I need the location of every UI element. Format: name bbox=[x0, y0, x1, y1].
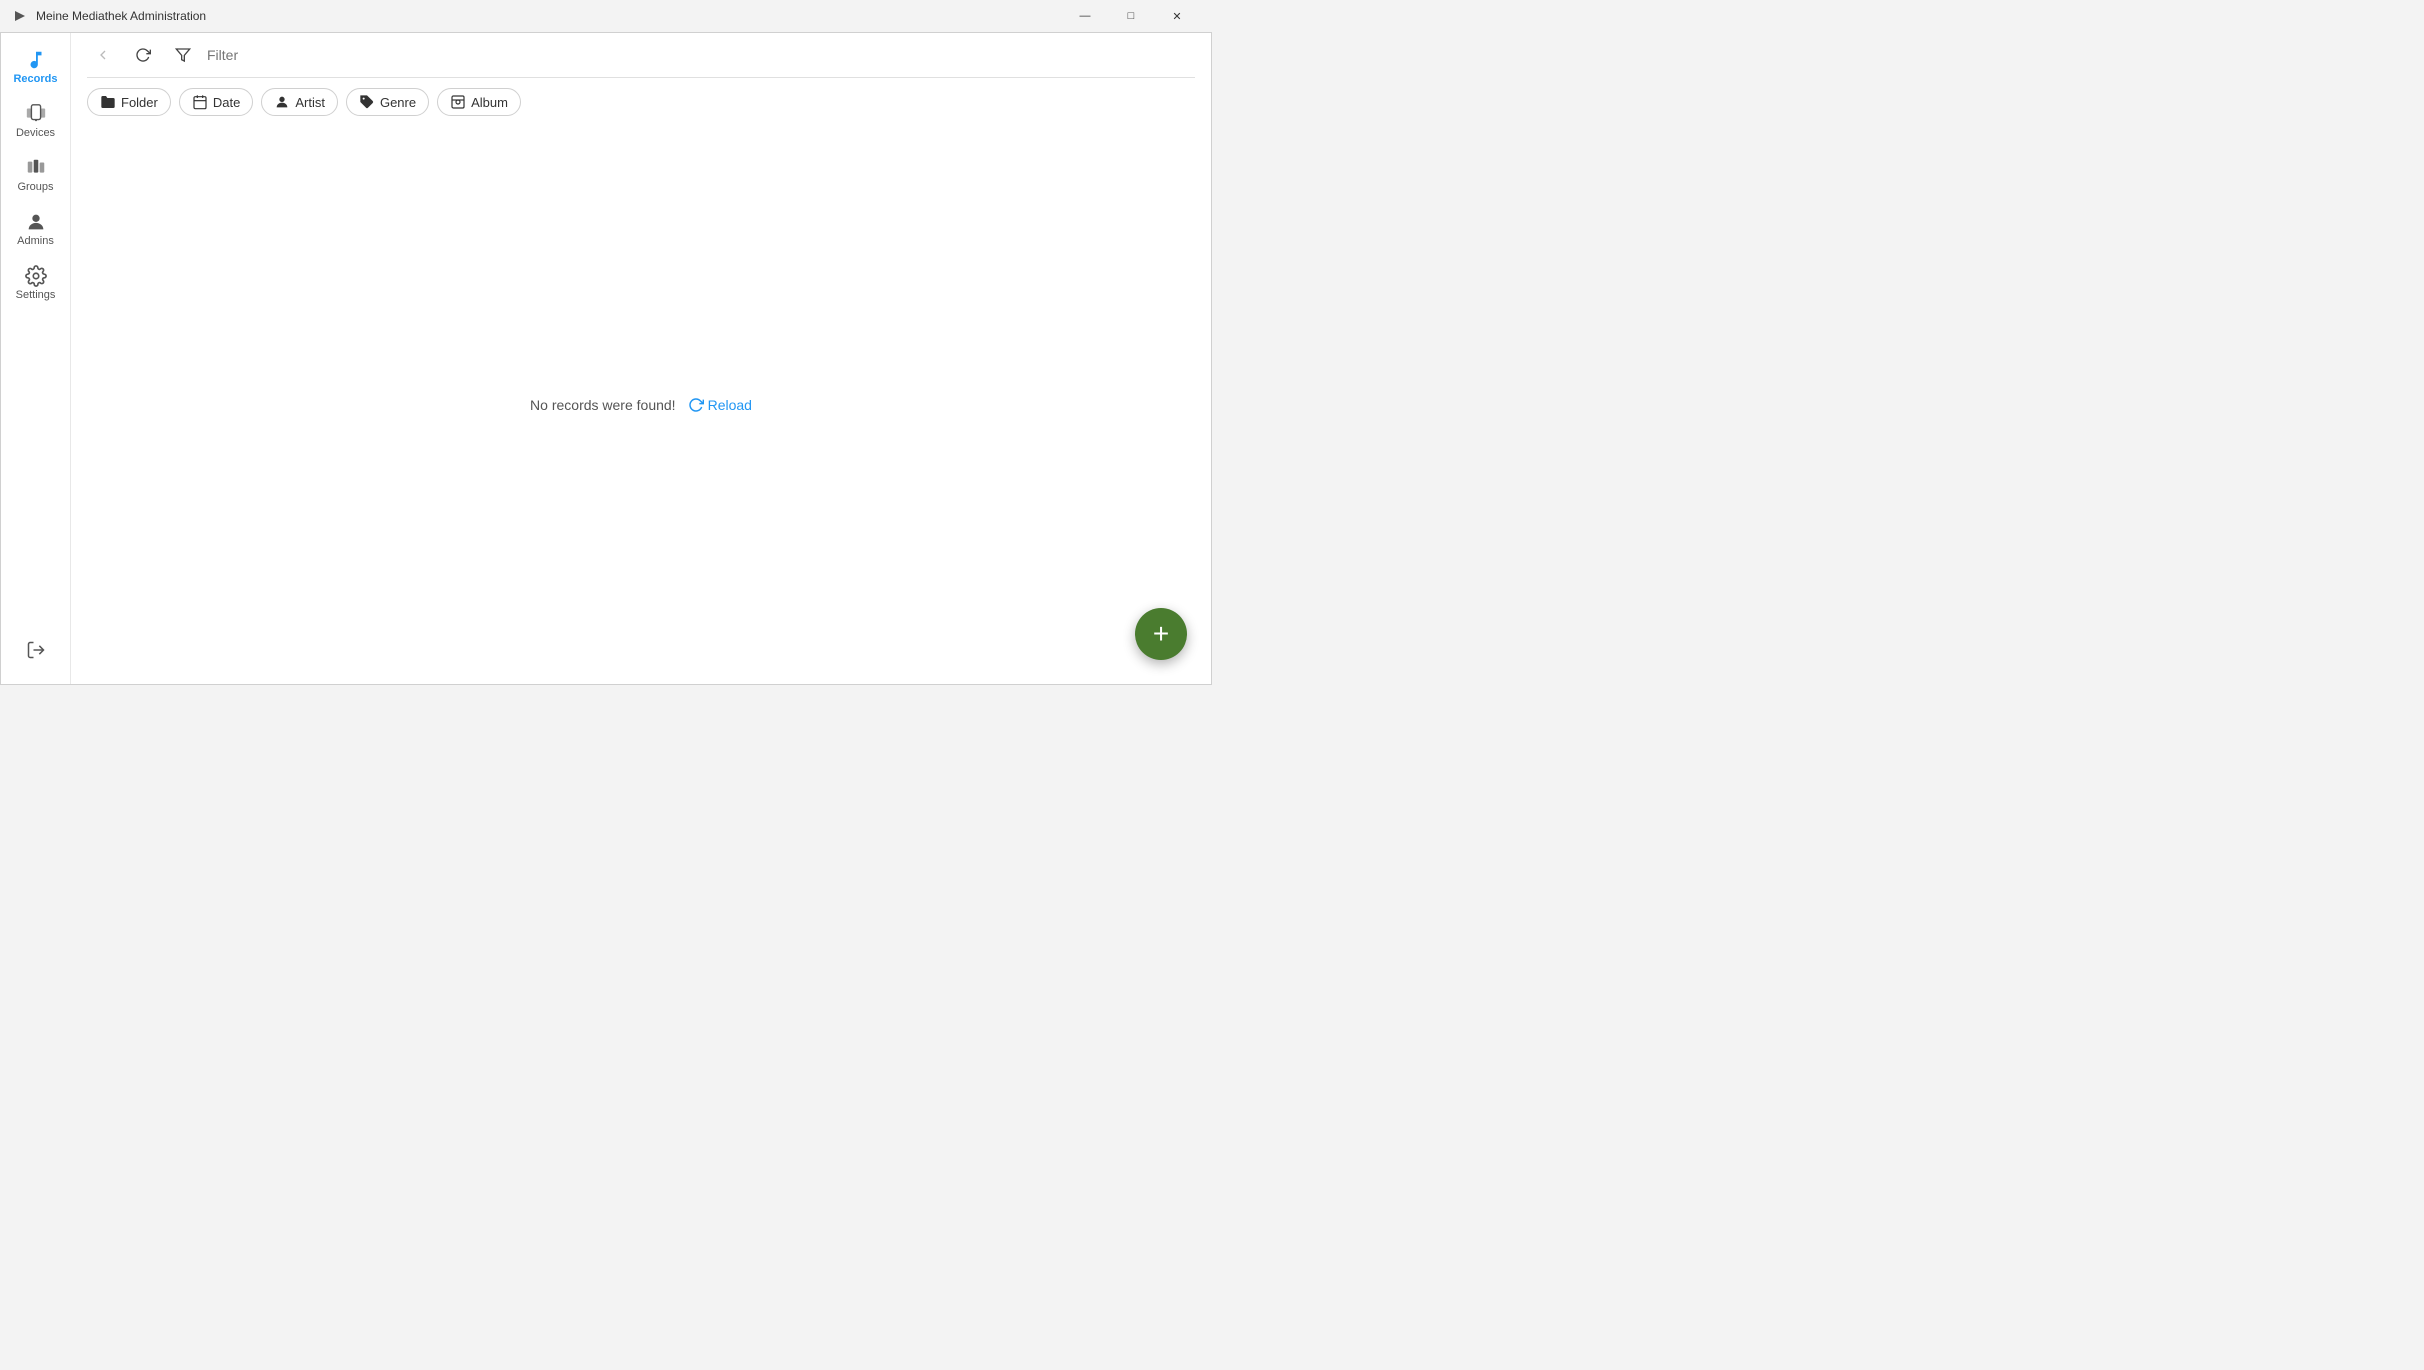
back-button[interactable] bbox=[87, 39, 119, 71]
reload-button[interactable]: Reload bbox=[688, 397, 752, 413]
app-icon bbox=[12, 8, 28, 24]
sidebar-item-logout[interactable] bbox=[4, 632, 68, 670]
chip-date[interactable]: Date bbox=[179, 88, 253, 116]
tag-icon bbox=[359, 94, 375, 110]
chip-album[interactable]: Album bbox=[437, 88, 521, 116]
chip-genre[interactable]: Genre bbox=[346, 88, 429, 116]
music-icon bbox=[25, 49, 47, 71]
chip-artist[interactable]: Artist bbox=[261, 88, 338, 116]
fab-button[interactable]: + bbox=[1135, 608, 1187, 660]
logout-icon bbox=[26, 640, 46, 660]
device-icon bbox=[25, 103, 47, 125]
toolbar bbox=[71, 33, 1211, 77]
sidebar-label-devices: Devices bbox=[16, 127, 55, 139]
minimize-button[interactable]: — bbox=[1062, 0, 1108, 32]
folder-icon bbox=[100, 94, 116, 110]
sidebar-item-records[interactable]: Records bbox=[4, 41, 68, 93]
maximize-button[interactable]: □ bbox=[1108, 0, 1154, 32]
sidebar-label-records: Records bbox=[13, 73, 57, 85]
titlebar: Meine Mediathek Administration — □ ✕ bbox=[0, 0, 1212, 32]
chip-artist-label: Artist bbox=[295, 95, 325, 110]
chip-folder-label: Folder bbox=[121, 95, 158, 110]
artist-icon bbox=[274, 94, 290, 110]
content-area: No records were found! Reload + bbox=[71, 126, 1211, 684]
album-icon bbox=[450, 94, 466, 110]
main-content: Folder Date bbox=[71, 33, 1211, 684]
sidebar-item-groups[interactable]: Groups bbox=[4, 149, 68, 201]
sidebar-item-settings[interactable]: Settings bbox=[4, 257, 68, 309]
sidebar: Records Devices Groups bbox=[1, 33, 71, 684]
chip-date-label: Date bbox=[213, 95, 240, 110]
person-icon bbox=[25, 211, 47, 233]
empty-state: No records were found! Reload bbox=[530, 397, 752, 413]
filter-button[interactable] bbox=[167, 39, 199, 71]
chip-folder[interactable]: Folder bbox=[87, 88, 171, 116]
window-controls: — □ ✕ bbox=[1062, 0, 1200, 32]
refresh-button[interactable] bbox=[127, 39, 159, 71]
app-title: Meine Mediathek Administration bbox=[36, 9, 1062, 23]
groups-icon bbox=[25, 157, 47, 179]
empty-message: No records were found! bbox=[530, 397, 676, 413]
filter-chips: Folder Date bbox=[71, 78, 1211, 126]
filter-input[interactable] bbox=[207, 47, 1195, 63]
chip-album-label: Album bbox=[471, 95, 508, 110]
app-window: Records Devices Groups bbox=[0, 32, 1212, 685]
calendar-icon bbox=[192, 94, 208, 110]
close-button[interactable]: ✕ bbox=[1154, 0, 1200, 32]
chip-genre-label: Genre bbox=[380, 95, 416, 110]
sidebar-label-groups: Groups bbox=[17, 181, 53, 193]
sidebar-item-devices[interactable]: Devices bbox=[4, 95, 68, 147]
sidebar-item-admins[interactable]: Admins bbox=[4, 203, 68, 255]
reload-label: Reload bbox=[708, 397, 752, 413]
gear-icon bbox=[25, 265, 47, 287]
sidebar-label-admins: Admins bbox=[17, 235, 54, 247]
sidebar-label-settings: Settings bbox=[16, 289, 56, 301]
